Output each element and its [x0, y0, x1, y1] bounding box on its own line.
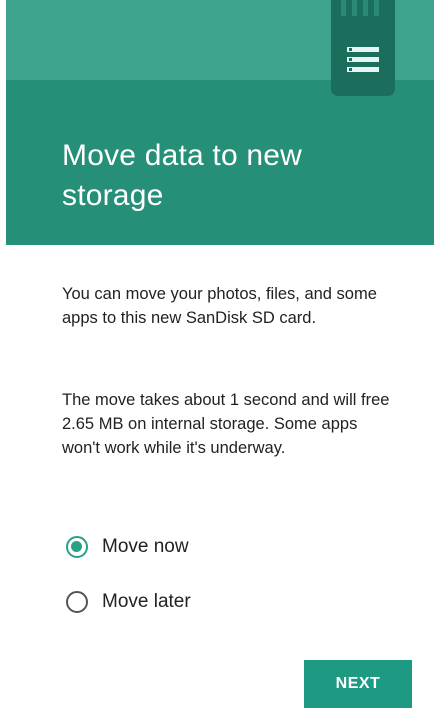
header-banner: Move data to new storage [6, 0, 434, 245]
description-text: You can move your photos, files, and som… [62, 285, 377, 327]
move-later-label: Move later [102, 591, 191, 612]
next-button[interactable]: NEXT [304, 660, 412, 708]
sd-card-icon [331, 0, 395, 96]
page-title: Move data to new storage [62, 139, 303, 212]
setup-screen: Move data to new storage You can move yo… [0, 0, 434, 709]
radio-unchecked-icon[interactable] [66, 591, 88, 613]
radio-checked-icon[interactable] [66, 536, 88, 558]
move-now-option[interactable]: Move now [66, 529, 189, 565]
move-info-text: The move takes about 1 second and will f… [62, 391, 390, 457]
move-later-option[interactable]: Move later [66, 584, 191, 620]
move-now-label: Move now [102, 536, 189, 557]
